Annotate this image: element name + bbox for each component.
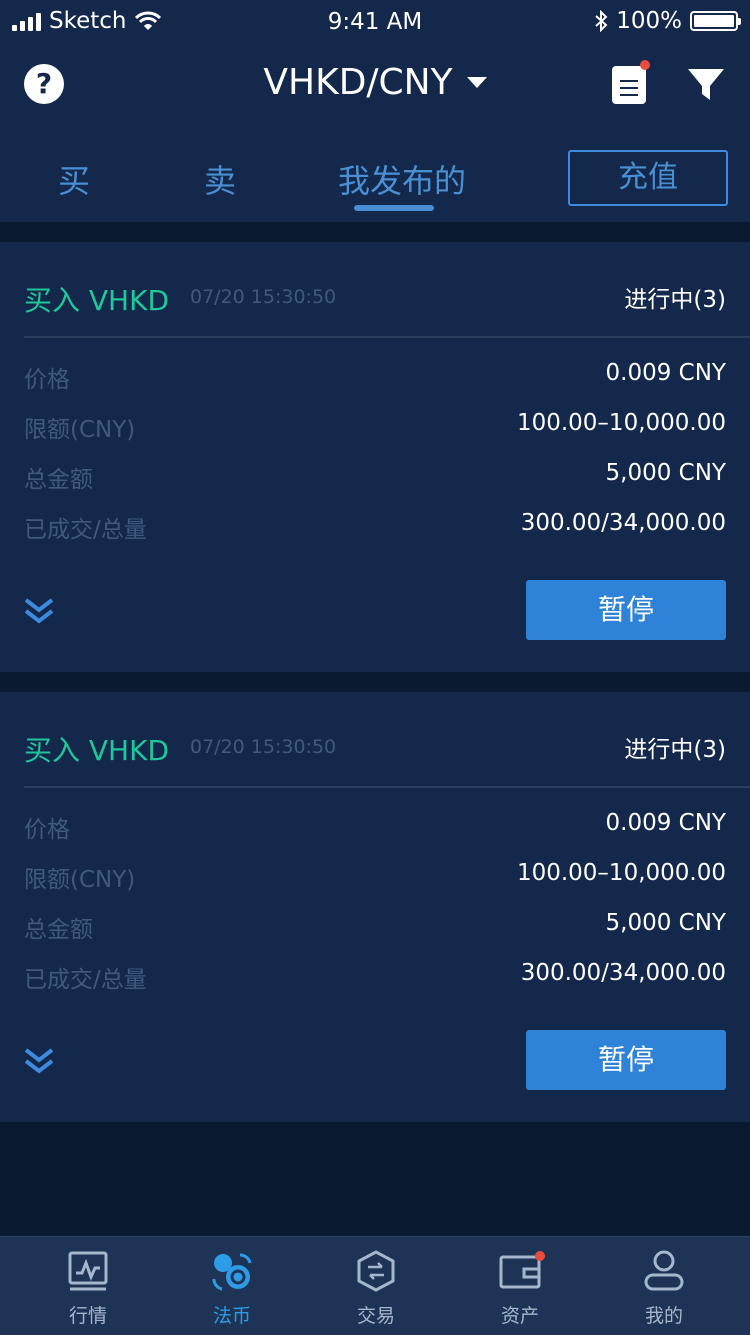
header: Sketch 9:41 AM 100% ? VHKD/CNY 买 卖 我发布的 … xyxy=(0,0,750,222)
badge-dot xyxy=(535,1251,545,1261)
order-card: 买入 VHKD 07/20 15:30:50 进行中(3) 价格 0.009 C… xyxy=(0,692,750,1122)
order-row-limit: 限额(CNY) 100.00–10,000.00 xyxy=(24,854,726,894)
row-value: 0.009 CNY xyxy=(605,360,726,386)
tab-label: 行情 xyxy=(68,1305,107,1327)
order-row-filled: 已成交/总量 300.00/34,000.00 xyxy=(24,504,726,544)
fiat-exchange-icon xyxy=(212,1253,252,1291)
order-status: 进行中(3) xyxy=(624,287,726,313)
active-tab-indicator xyxy=(354,205,434,211)
tab-market[interactable]: 行情 xyxy=(13,1237,163,1335)
nav-bar: ? VHKD/CNY xyxy=(0,44,750,124)
order-title: 买入 VHKD xyxy=(24,734,170,767)
row-label: 总金额 xyxy=(24,467,93,493)
pause-button[interactable]: 暂停 xyxy=(526,580,726,640)
tab-fiat[interactable]: 法币 xyxy=(157,1237,307,1335)
tab-label: 法币 xyxy=(212,1305,251,1327)
tab-trade[interactable]: 交易 xyxy=(301,1237,451,1335)
order-row-limit: 限额(CNY) 100.00–10,000.00 xyxy=(24,404,726,444)
order-time: 07/20 15:30:50 xyxy=(190,736,337,758)
order-title: 买入 VHKD xyxy=(24,284,170,317)
row-value: 5,000 CNY xyxy=(605,910,726,936)
tab-my-published[interactable]: 我发布的 xyxy=(338,156,466,202)
row-value: 300.00/34,000.00 xyxy=(520,960,726,986)
row-label: 价格 xyxy=(24,367,70,393)
row-label: 已成交/总量 xyxy=(24,967,147,993)
row-value: 0.009 CNY xyxy=(605,810,726,836)
tab-label: 我的 xyxy=(644,1305,683,1327)
divider xyxy=(24,336,750,338)
row-label: 总金额 xyxy=(24,917,93,943)
order-time: 07/20 15:30:50 xyxy=(190,286,337,308)
row-label: 限额(CNY) xyxy=(24,417,136,443)
divider xyxy=(24,786,750,788)
tab-label: 资产 xyxy=(500,1305,539,1327)
orders-document-icon[interactable] xyxy=(612,66,646,104)
tab-mine[interactable]: 我的 xyxy=(589,1237,739,1335)
order-row-filled: 已成交/总量 300.00/34,000.00 xyxy=(24,954,726,994)
tab-sell[interactable]: 卖 xyxy=(204,156,236,202)
notification-dot xyxy=(640,60,650,70)
status-bar: Sketch 9:41 AM 100% xyxy=(0,0,750,44)
caret-down-icon xyxy=(466,77,487,88)
battery-percent: 100% xyxy=(616,8,682,34)
row-value: 100.00–10,000.00 xyxy=(516,410,726,436)
order-row-total: 总金额 5,000 CNY xyxy=(24,454,726,494)
battery-icon xyxy=(690,11,741,31)
row-value: 100.00–10,000.00 xyxy=(516,860,726,886)
order-row-price: 价格 0.009 CNY xyxy=(24,354,726,394)
row-value: 300.00/34,000.00 xyxy=(520,510,726,536)
bottom-tab-bar: 行情 法币 交易 资产 我的 xyxy=(0,1236,750,1335)
chevron-double-down-icon[interactable] xyxy=(24,596,54,626)
tab-assets[interactable]: 资产 xyxy=(445,1237,595,1335)
bluetooth-icon xyxy=(595,10,608,32)
row-label: 已成交/总量 xyxy=(24,517,147,543)
row-value: 5,000 CNY xyxy=(605,460,726,486)
filter-icon[interactable] xyxy=(686,66,726,104)
tab-label: 交易 xyxy=(356,1305,395,1327)
row-label: 限额(CNY) xyxy=(24,867,136,893)
order-card: 买入 VHKD 07/20 15:30:50 进行中(3) 价格 0.009 C… xyxy=(0,242,750,672)
pair-title: VHKD/CNY xyxy=(263,62,453,103)
status-right: 100% xyxy=(594,8,741,34)
chevron-double-down-icon[interactable] xyxy=(24,1046,54,1076)
recharge-button[interactable]: 充值 xyxy=(568,150,728,206)
trade-hexagon-icon xyxy=(357,1250,395,1292)
order-row-total: 总金额 5,000 CNY xyxy=(24,904,726,944)
market-chart-icon xyxy=(68,1251,108,1291)
user-icon xyxy=(644,1250,684,1291)
row-label: 价格 xyxy=(24,817,70,843)
order-card-header: 买入 VHKD 07/20 15:30:50 进行中(3) xyxy=(0,692,750,788)
pause-button[interactable]: 暂停 xyxy=(526,1030,726,1090)
tab-buy[interactable]: 买 xyxy=(58,156,90,202)
order-row-price: 价格 0.009 CNY xyxy=(24,804,726,844)
tab-bar-top: 买 卖 我发布的 充值 xyxy=(0,124,750,222)
order-card-header: 买入 VHKD 07/20 15:30:50 进行中(3) xyxy=(0,242,750,338)
order-status: 进行中(3) xyxy=(624,737,726,763)
